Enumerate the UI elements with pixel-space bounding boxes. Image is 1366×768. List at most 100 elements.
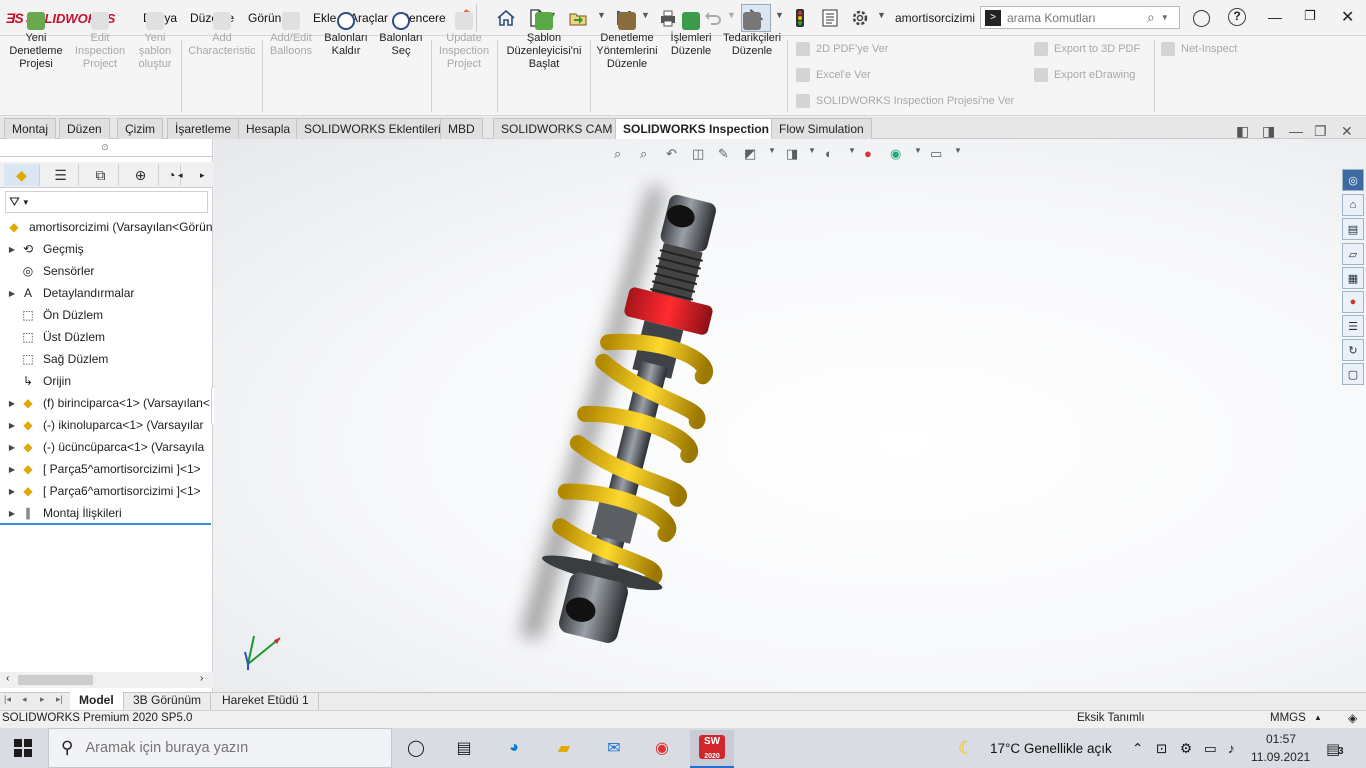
command-search[interactable]: > ⌕ ▼ (980, 6, 1180, 29)
search-input[interactable] (1007, 10, 1147, 25)
tree-item[interactable]: ↳ Orijin (0, 370, 213, 392)
edit-inspection-methods-button[interactable]: Denetleme Yöntemlerini Düzenle (594, 12, 660, 71)
tab-nav-next-icon[interactable]: ▸ (40, 694, 45, 705)
expand-arrow-icon[interactable]: ▶ (5, 509, 19, 518)
dynamic-annotation-icon[interactable]: ✎ (718, 146, 729, 162)
tree-item[interactable]: ▶ ◆ (-) ücüncüparca<1> (Varsayıla (0, 436, 213, 458)
unit-system-selector[interactable]: MMGS (1270, 712, 1306, 724)
status-bar-toggle-icon[interactable]: ◈ (1348, 711, 1357, 725)
tab-nav-last-icon[interactable]: ▸| (56, 694, 63, 705)
tab-scroll-left-icon[interactable]: ◂ (178, 170, 183, 181)
taskbar-search-input[interactable] (85, 740, 366, 756)
tab-eklentiler[interactable]: SOLIDWORKS Eklentileri (296, 118, 449, 139)
tree-hscroll[interactable]: ‹ › (0, 672, 213, 688)
tab-mbd[interactable]: MBD (440, 118, 483, 139)
units-dropdown-icon[interactable]: ▲ (1314, 713, 1322, 722)
add-edit-balloons-button[interactable]: Add/Edit Balloons (266, 12, 316, 58)
panel-grip-icon[interactable]: ⊙ (101, 142, 109, 153)
new-template-button[interactable]: Yeni şablon oluştur (130, 12, 180, 71)
tab-hesapla[interactable]: Hesapla (238, 118, 299, 139)
mail-icon[interactable]: ✉ (600, 734, 628, 762)
options-icon[interactable] (850, 8, 870, 28)
expand-arrow-icon[interactable]: ▶ (5, 465, 19, 474)
previous-view-icon[interactable]: ◧ (1236, 123, 1249, 140)
hide-show-items-icon[interactable]: ◐ (825, 146, 833, 161)
remove-balloons-button[interactable]: Balonları Kaldır (321, 12, 371, 58)
tree-root[interactable]: ◆ amortisorcizimi (Varsayılan<Görün (0, 216, 213, 238)
tree-item[interactable]: ▶ ⟲ Geçmiş (0, 238, 213, 260)
view-settings-dropdown-icon[interactable]: ▼ (954, 146, 962, 155)
tree-item[interactable]: ▶ ◆ [ Parça6^amortisorcizimi ]<1> (0, 480, 213, 502)
task-pane-chat-icon[interactable]: ▢ (1342, 363, 1364, 385)
feature-manager-tab-icon[interactable]: ◆ (4, 164, 40, 186)
rollback-bar[interactable] (0, 523, 211, 525)
tree-item[interactable]: ▶ ◆ (f) birinciparca<1> (Varsayılan< (0, 392, 213, 414)
export-inspection-project-button[interactable]: SOLIDWORKS Inspection Projesi'ne Ver (796, 94, 1014, 108)
search-icon[interactable]: ⌕ (1147, 9, 1155, 26)
doc-restore-icon[interactable]: ❐ (1314, 123, 1327, 140)
taskbar-search[interactable]: ⚲ (48, 728, 392, 768)
tab-scroll-right-icon[interactable]: ▸ (200, 170, 205, 181)
tab-cizim[interactable]: Çizim (117, 118, 163, 139)
edit-appearance-icon[interactable]: ● (864, 146, 872, 161)
edge-browser-icon[interactable]: ◕ (500, 734, 528, 762)
expand-arrow-icon[interactable]: ▶ (5, 487, 19, 496)
widgets-icon[interactable]: ▤ (450, 734, 478, 762)
clock-time[interactable]: 01:57 (1266, 732, 1296, 746)
design-library-home-icon[interactable]: ⌂ (1342, 194, 1364, 216)
tab-flow-simulation[interactable]: Flow Simulation (771, 118, 872, 139)
tab-nav-first-icon[interactable]: |◂ (4, 694, 11, 705)
expand-arrow-icon[interactable]: ▶ (5, 289, 19, 298)
design-library-icon[interactable]: ▤ (1342, 218, 1364, 240)
doc-close-icon[interactable]: ✕ (1341, 123, 1353, 140)
hide-show-dropdown-icon[interactable]: ▼ (848, 146, 856, 155)
scroll-thumb[interactable] (18, 675, 93, 685)
rebuild-icon[interactable] (790, 8, 810, 28)
expand-arrow-icon[interactable]: ▶ (5, 443, 19, 452)
add-characteristic-button[interactable]: Add Characteristic (185, 12, 259, 58)
display-style-dropdown-icon[interactable]: ▼ (808, 146, 816, 155)
solidworks-resources-icon[interactable]: ◎ (1342, 169, 1364, 191)
tray-network-icon[interactable]: ⚙ (1180, 741, 1192, 757)
export-3d-pdf-button[interactable]: Export to 3D PDF (1034, 42, 1140, 56)
doc-minimize-icon[interactable]: — (1289, 123, 1303, 139)
export-2d-pdf-button[interactable]: 2D PDF'ye Ver (796, 42, 888, 56)
net-inspect-button[interactable]: Net-Inspect (1161, 42, 1237, 56)
tree-item[interactable]: ⬚ Üst Düzlem (0, 326, 213, 348)
edit-inspection-project-button[interactable]: Edit Inspection Project (70, 12, 130, 71)
weather-text[interactable]: 17°C Genellikle açık (990, 741, 1112, 756)
view-settings-icon[interactable]: ▭ (930, 146, 942, 162)
tree-item[interactable]: ▶ A Detaylandırmalar (0, 282, 213, 304)
tray-display-icon[interactable]: ▭ (1204, 741, 1217, 757)
tray-expand-icon[interactable]: ⌃ (1132, 741, 1143, 757)
custom-properties-icon[interactable]: ☰ (1342, 315, 1364, 337)
tab-inspection[interactable]: SOLIDWORKS Inspection (615, 118, 778, 139)
tab-cam[interactable]: SOLIDWORKS CAM (493, 118, 621, 139)
edit-operations-button[interactable]: İşlemleri Düzenle (664, 12, 718, 58)
scroll-left-icon[interactable]: ‹ (6, 673, 9, 684)
zoom-to-fit-icon[interactable]: ⌕ (614, 146, 621, 162)
chrome-icon[interactable]: ◉ (648, 734, 676, 762)
volume-icon[interactable]: ♪ (1228, 741, 1235, 756)
apply-scene-icon[interactable]: ◉ (890, 146, 901, 162)
configuration-manager-tab-icon[interactable]: ⧉ (83, 164, 119, 186)
tab-montaj[interactable]: Montaj (4, 118, 57, 139)
display-style-icon[interactable]: ◨ (786, 146, 798, 162)
task-view-icon[interactable]: ◯ (402, 734, 430, 762)
minimize-icon[interactable]: — (1268, 9, 1282, 25)
update-inspection-project-button[interactable]: Update Inspection Project (434, 12, 494, 71)
expand-arrow-icon[interactable]: ▶ (5, 399, 19, 408)
select-balloons-button[interactable]: Balonları Seç (376, 12, 426, 58)
dimxpert-tab-icon[interactable]: ⊕ (123, 164, 159, 186)
tree-item[interactable]: ▶ ◆ [ Parça5^amortisorcizimi ]<1> (0, 458, 213, 480)
expand-arrow-icon[interactable]: ▶ (5, 421, 19, 430)
tab-motion-study[interactable]: Hareket Etüdü 1 (213, 692, 319, 710)
help-icon[interactable]: ? (1228, 8, 1246, 26)
clock-date[interactable]: 11.09.2021 (1251, 750, 1310, 764)
options-dropdown-icon[interactable]: ▼ (877, 10, 886, 20)
section-view-icon[interactable]: ◫ (692, 146, 704, 162)
tree-item[interactable]: ⬚ Ön Düzlem (0, 304, 213, 326)
view-palette-icon[interactable]: ▦ (1342, 267, 1364, 289)
next-view-icon[interactable]: ◨ (1262, 123, 1275, 140)
file-explorer-icon[interactable]: ▱ (1342, 243, 1364, 265)
